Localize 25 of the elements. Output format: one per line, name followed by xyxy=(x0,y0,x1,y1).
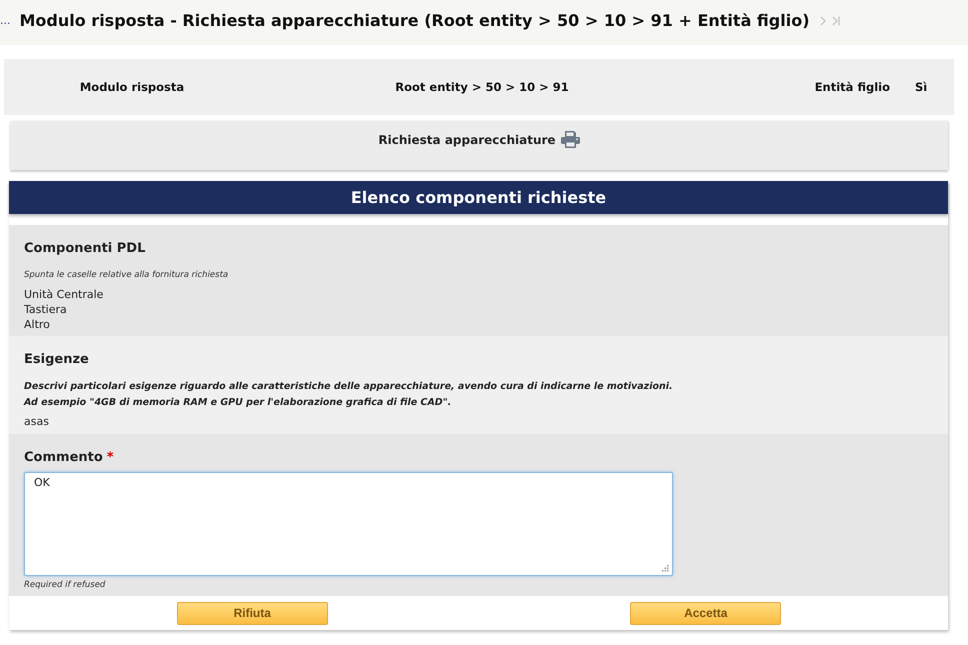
field-label: Commento xyxy=(24,450,103,465)
info-label: Modulo risposta xyxy=(80,80,184,94)
comment-field[interactable]: OK xyxy=(24,472,673,576)
form-title: Richiesta apparecchiature xyxy=(378,132,556,146)
page-title: Modulo risposta - Richiesta apparecchiature (Root entity > 50 > 10 > 91 + Entità figlio) xyxy=(20,10,810,30)
field-value: asas xyxy=(24,414,50,429)
field-label: Componenti PDL xyxy=(24,241,146,256)
printer-icon[interactable] xyxy=(560,131,580,148)
list-item: Unità Centrale xyxy=(24,287,104,302)
list-item: Tastiera xyxy=(24,302,68,317)
info-label: Root entity > 50 > 10 > 91 xyxy=(395,80,569,94)
field-hint: Descrivi particolari esigenze riguardo alle caratteristiche delle apparecchiature, avendo cura di indicarne le motivazioni. xyxy=(24,380,674,394)
ellipsis-link[interactable]: ... xyxy=(0,14,10,27)
section-header: Elenco componenti richieste xyxy=(9,181,948,214)
required-mark: * xyxy=(106,450,114,465)
resize-grip-icon[interactable] xyxy=(662,565,669,572)
field-hint: Ad esempio "4GB di memoria RAM e GPU per l'elaborazione grafica di file CAD". xyxy=(24,396,452,410)
info-value: Sì xyxy=(915,80,928,94)
field-note: Required if refused xyxy=(24,579,106,591)
field-hint: Spunta le caselle relative alla fornitura richiesta xyxy=(24,269,230,281)
accept-button[interactable]: Accetta xyxy=(630,602,782,624)
info-label: Entità figlio xyxy=(814,80,890,94)
reject-button[interactable]: Rifiuta xyxy=(176,602,328,624)
field-label: Esigenze xyxy=(24,352,89,367)
list-item: Altro xyxy=(24,317,51,332)
